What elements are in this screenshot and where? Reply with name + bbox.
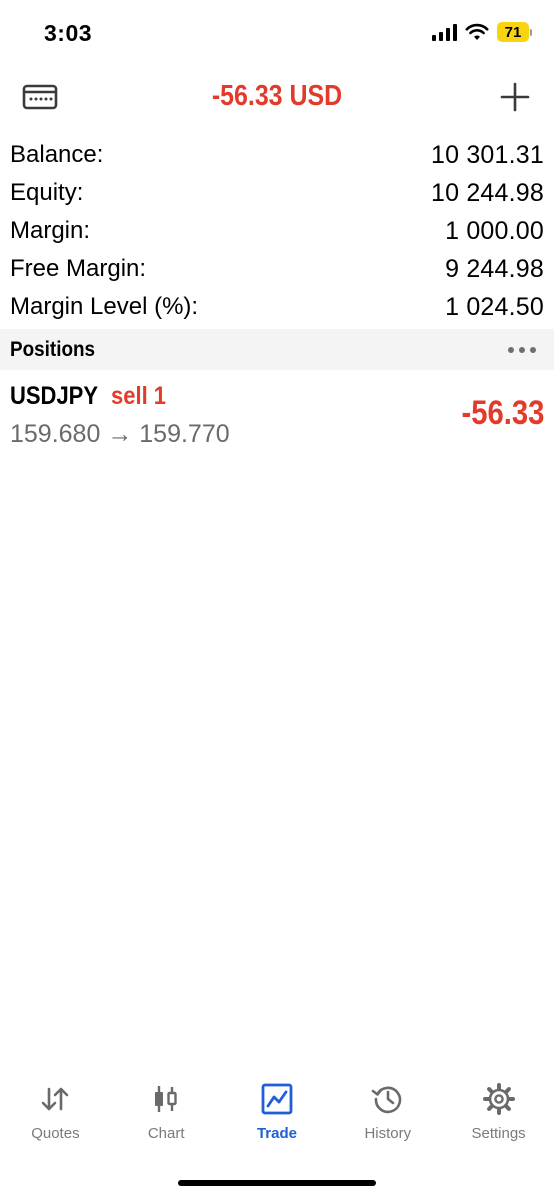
positions-section-header: Positions (0, 329, 554, 370)
position-title: USDJPY sell 1 (10, 382, 174, 411)
summary-row-free-margin: Free Margin: 9 244.98 (0, 250, 554, 288)
position-symbol: USDJPY (10, 382, 99, 410)
tab-trade[interactable]: Trade (222, 1082, 333, 1162)
summary-row-margin-level: Margin Level (%): 1 024.50 (0, 288, 554, 326)
status-bar: 3:03 71 (0, 0, 554, 70)
history-icon (371, 1086, 402, 1114)
summary-label: Margin: (10, 217, 91, 244)
summary-value: 10 244.98 (430, 178, 544, 207)
positions-title: Positions (10, 337, 96, 361)
battery-tip (530, 28, 532, 36)
summary-label: Free Margin: (10, 255, 147, 282)
summary-label: Margin Level (%): (10, 293, 199, 320)
summary-label: Equity: (10, 179, 84, 206)
total-profit-title: -56.33 USD (211, 80, 343, 112)
summary-label: Balance: (10, 141, 104, 168)
summary-value: 1 000.00 (445, 216, 544, 245)
quotes-icon (42, 1087, 69, 1111)
summary-value: 1 024.50 (445, 292, 544, 321)
header: -56.33 USD (0, 70, 554, 126)
tab-label: Settings (471, 1125, 526, 1142)
summary-row-margin: Margin: 1 000.00 (0, 212, 554, 250)
trade-screen: 3:03 71 -56.33 USD Balance: 10 301.31 Eq… (0, 0, 554, 1199)
status-icons: 71 (432, 22, 532, 42)
summary-value: 10 301.31 (430, 140, 544, 169)
tab-bar: Quotes Chart Trade History Settings (0, 1082, 554, 1162)
signal-icon (432, 23, 457, 41)
tab-label: History (364, 1125, 412, 1142)
account-summary: Balance: 10 301.31 Equity: 10 244.98 Mar… (0, 136, 554, 326)
chart-icon (155, 1086, 177, 1112)
more-icon[interactable] (508, 346, 536, 353)
home-indicator[interactable] (178, 1180, 376, 1186)
position-type: sell 1 (111, 382, 167, 410)
tab-label: Chart (147, 1125, 185, 1142)
tab-settings[interactable]: Settings (443, 1082, 554, 1162)
position-prices: 159.680 → 159.770 (10, 420, 230, 448)
summary-row-equity: Equity: 10 244.98 (0, 174, 554, 212)
status-time: 3:03 (44, 20, 93, 46)
trade-icon (261, 1083, 293, 1115)
tab-quotes[interactable]: Quotes (0, 1082, 111, 1162)
battery-level: 71 (504, 23, 522, 41)
tab-label: Trade (256, 1125, 297, 1142)
add-icon[interactable] (500, 82, 530, 112)
tab-chart[interactable]: Chart (111, 1082, 222, 1162)
position-row[interactable]: USDJPY sell 1 159.680 → 159.770 -56.33 (0, 378, 554, 458)
settings-icon (482, 1083, 515, 1115)
wifi-icon (465, 23, 489, 40)
summary-value: 9 244.98 (445, 254, 544, 283)
tab-history[interactable]: History (332, 1082, 443, 1162)
summary-row-balance: Balance: 10 301.31 (0, 136, 554, 174)
battery-icon: 71 (497, 22, 529, 42)
position-profit: -56.33 (461, 394, 544, 432)
tab-label: Quotes (31, 1125, 80, 1142)
